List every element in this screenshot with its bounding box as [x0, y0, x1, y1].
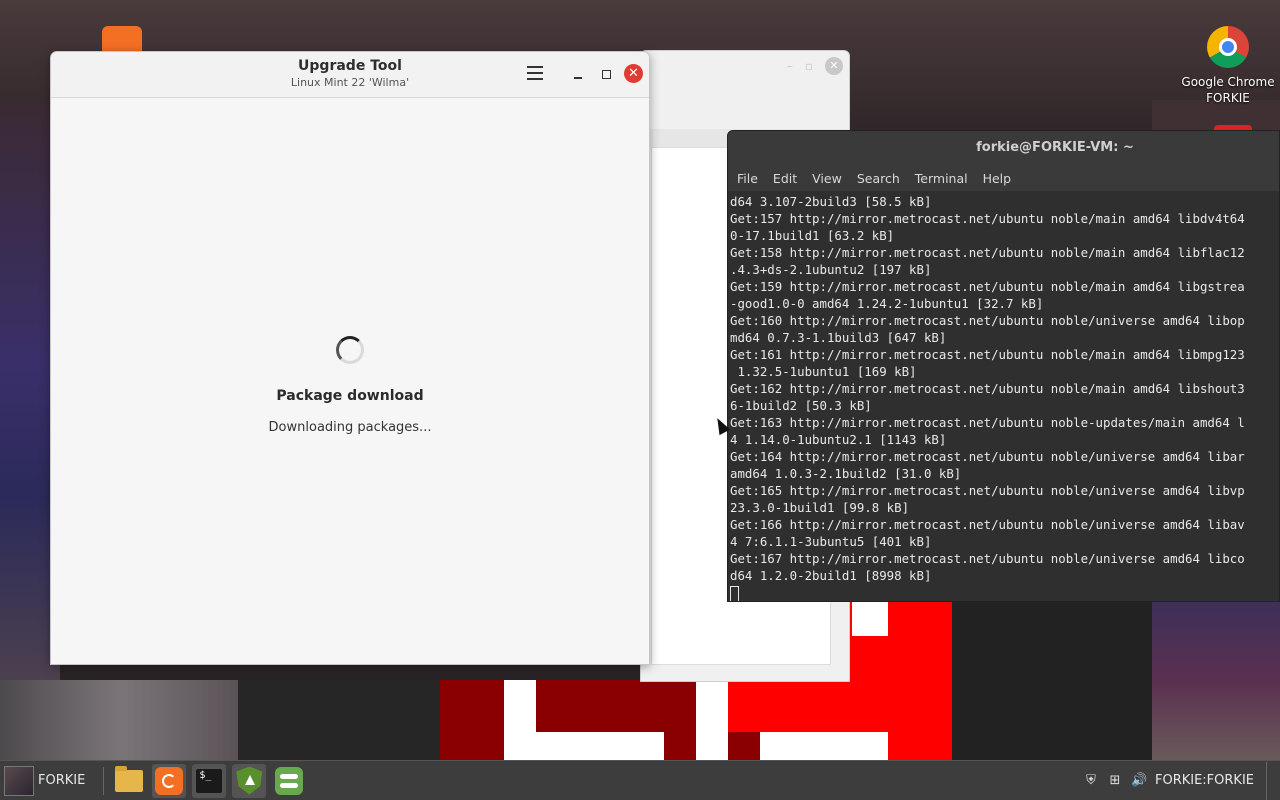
close-icon[interactable]: ✕: [825, 57, 843, 75]
menu-help[interactable]: Help: [983, 171, 1012, 186]
upgrade-tool-window[interactable]: Upgrade Tool Linux Mint 22 'Wilma' ✕ Pac…: [50, 51, 650, 665]
terminal-icon: $_: [195, 767, 224, 794]
terminal-line: Get:163 http://mirror.metrocast.net/ubun…: [730, 415, 1245, 430]
files-launcher[interactable]: [112, 764, 146, 798]
terminal-line: Get:161 http://mirror.metrocast.net/ubun…: [730, 347, 1245, 362]
wallpaper-region: [728, 732, 760, 760]
volume-icon[interactable]: 🔊: [1131, 773, 1147, 789]
show-desktop-button[interactable]: [1266, 761, 1272, 800]
update-manager-launcher[interactable]: [152, 763, 187, 798]
taskbar-separator: [103, 766, 105, 795]
upgrade-shield-icon: [236, 766, 263, 795]
terminal-line: Get:159 http://mirror.metrocast.net/ubun…: [730, 279, 1245, 294]
menu-avatar-icon: [4, 765, 34, 796]
terminal-line: Get:160 http://mirror.metrocast.net/ubun…: [730, 313, 1245, 328]
terminal-line: Get:165 http://mirror.metrocast.net/ubun…: [730, 483, 1245, 498]
minimize-button[interactable]: [571, 68, 585, 82]
maximize-button[interactable]: [599, 68, 613, 82]
start-menu-label: FORKIE: [38, 773, 86, 788]
terminal-line: Get:167 http://mirror.metrocast.net/ubun…: [730, 551, 1245, 566]
terminal-line: 6-1build2 [50.3 kB]: [730, 398, 872, 413]
wallpaper-region: [760, 732, 888, 760]
terminal-line: 4 7:6.1.1-3ubuntu5 [401 kB]: [730, 534, 932, 549]
terminal-output[interactable]: d64 3.107-2build3 [58.5 kB] Get:157 http…: [728, 192, 1279, 601]
terminal-launcher[interactable]: $_: [192, 763, 227, 798]
chrome-label-line1: Google Chrome: [1181, 75, 1275, 89]
chrome-icon[interactable]: [1207, 26, 1249, 68]
wallpaper-region: [888, 732, 952, 760]
menu-search[interactable]: Search: [857, 171, 900, 186]
terminal-line: -good1.0-0 amd64 1.24.2-1ubuntu1 [32.7 k…: [730, 296, 1044, 311]
hamburger-menu-icon[interactable]: [527, 66, 543, 80]
start-menu-button[interactable]: FORKIE: [0, 761, 95, 800]
background-window-controls: – ▫ ✕: [787, 57, 843, 75]
terminal-line: d64 3.107-2build3 [58.5 kB]: [730, 194, 932, 209]
window-subtitle: Linux Mint 22 'Wilma': [290, 76, 410, 89]
terminal-line: amd64 1.0.3-2.1build2 [31.0 kB]: [730, 466, 962, 481]
desktop-icon-label-chrome[interactable]: Google Chrome FORKIE: [1176, 74, 1280, 106]
status-title: Package download: [276, 388, 424, 404]
menu-view[interactable]: View: [812, 171, 842, 186]
wallpaper-region: [1152, 600, 1280, 760]
terminal-line: Get:157 http://mirror.metrocast.net/ubun…: [730, 211, 1245, 226]
chrome-label-line2: FORKIE: [1206, 91, 1250, 105]
settings-toggle-icon: [275, 766, 304, 795]
wallpaper-region: [504, 680, 536, 760]
wallpaper-region: [536, 732, 664, 760]
terminal-line: 4 1.14.0-1ubuntu2.1 [1143 kB]: [730, 432, 947, 447]
terminal-line: 0-17.1build1 [63.2 kB]: [730, 228, 895, 243]
terminal-line: 1.32.5-1ubuntu1 [169 kB]: [730, 364, 917, 379]
terminal-line: Get:158 http://mirror.metrocast.net/ubun…: [730, 245, 1245, 260]
terminal-line: md64 0.7.3-1.1build3 [647 kB]: [730, 330, 947, 345]
terminal-titlebar[interactable]: forkie@FORKIE-VM: ~: [728, 131, 1279, 165]
terminal-line: .4.3+ds-2.1ubuntu2 [197 kB]: [730, 262, 932, 277]
terminal-line: d64 1.2.0-2build1 [8998 kB]: [730, 568, 932, 583]
user-applet[interactable]: FORKIE:FORKIE: [1155, 773, 1254, 788]
loading-spinner-icon: [336, 336, 364, 364]
close-button[interactable]: ✕: [624, 64, 643, 83]
upgrade-tool-launcher[interactable]: [232, 763, 267, 798]
settings-launcher[interactable]: [272, 764, 306, 798]
update-manager-icon: [155, 766, 184, 795]
terminal-line: Get:162 http://mirror.metrocast.net/ubun…: [730, 381, 1245, 396]
menu-edit[interactable]: Edit: [773, 171, 797, 186]
wallpaper-region: [0, 680, 240, 760]
terminal-title: forkie@FORKIE-VM: ~: [976, 140, 1134, 155]
files-icon: [115, 765, 144, 792]
wallpaper-region: [664, 732, 696, 760]
terminal-line: 23.3.0-1build1 [99.8 kB]: [730, 500, 910, 515]
window-title: Upgrade Tool: [298, 58, 402, 74]
update-manager-desktop-icon[interactable]: [102, 26, 142, 52]
menu-terminal[interactable]: Terminal: [915, 171, 968, 186]
maximize-icon[interactable]: ▫: [805, 59, 813, 73]
terminal-cursor-line: [730, 584, 1279, 601]
terminal-cursor: [730, 586, 739, 601]
network-icon[interactable]: ⊞: [1107, 773, 1123, 789]
status-text: Downloading packages...: [268, 420, 432, 435]
minimize-icon[interactable]: –: [787, 59, 793, 73]
wallpaper-region: [852, 602, 888, 636]
menu-file[interactable]: File: [737, 171, 758, 186]
system-tray: ⛨ ⊞ 🔊 FORKIE:FORKIE: [1083, 761, 1280, 800]
terminal-line: Get:166 http://mirror.metrocast.net/ubun…: [730, 517, 1245, 532]
terminal-window[interactable]: forkie@FORKIE-VM: ~ File Edit View Searc…: [727, 130, 1280, 602]
wallpaper-region: [952, 600, 1152, 760]
wallpaper-region: [536, 680, 696, 732]
taskbar: FORKIE $_ ⛨ ⊞ 🔊 FORKIE:FORKIE: [0, 760, 1280, 800]
wallpaper-region: [440, 680, 504, 760]
upgrade-tool-titlebar[interactable]: Upgrade Tool Linux Mint 22 'Wilma' ✕: [51, 52, 649, 98]
terminal-line: Get:164 http://mirror.metrocast.net/ubun…: [730, 449, 1245, 464]
wallpaper-region: [238, 680, 448, 760]
terminal-menubar: File Edit View Search Terminal Help: [728, 165, 1279, 191]
wallpaper-region: [696, 680, 728, 760]
shield-tray-icon[interactable]: ⛨: [1083, 773, 1099, 789]
